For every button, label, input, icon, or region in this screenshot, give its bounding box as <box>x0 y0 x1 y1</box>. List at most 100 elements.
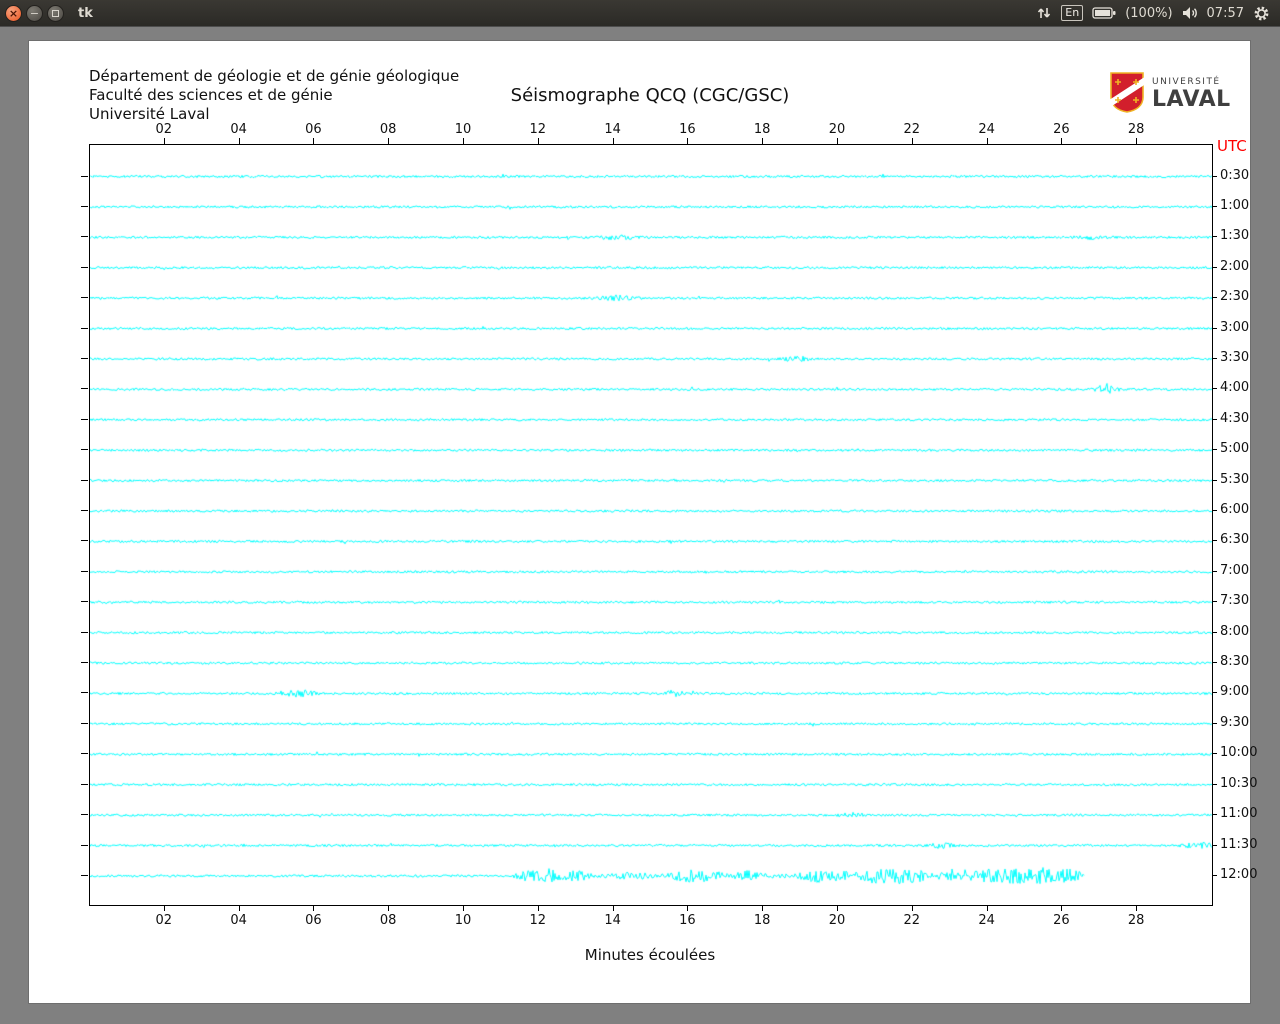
x-tick-label-top: 26 <box>1053 122 1070 137</box>
utc-row-label: 6:30 <box>1220 532 1250 548</box>
keyboard-indicator-icon[interactable] <box>1036 5 1052 21</box>
x-tick-bottom <box>687 905 689 911</box>
x-tick-bottom <box>313 905 315 911</box>
x-tick-label-bottom: 10 <box>454 913 472 928</box>
row-tick-left <box>81 814 88 816</box>
utc-label: UTC <box>1217 137 1247 155</box>
settings-gear-icon[interactable] <box>1253 5 1270 22</box>
utc-row-label: 12:00 <box>1220 866 1258 882</box>
row-tick-left <box>81 357 88 359</box>
maximize-button[interactable] <box>47 4 64 22</box>
x-tick-label-bottom: 26 <box>1053 913 1070 928</box>
battery-icon[interactable] <box>1092 6 1116 20</box>
utc-row-label: 7:00 <box>1220 562 1250 578</box>
window-controls: × − <box>0 4 64 22</box>
chart-title: Séismographe QCQ (CGC/GSC) <box>510 85 790 106</box>
row-tick-left <box>81 753 88 755</box>
x-tick-label-top: 28 <box>1127 122 1145 137</box>
row-tick-right <box>1212 874 1217 876</box>
row-tick-right <box>1212 297 1217 299</box>
x-tick-top <box>313 138 315 144</box>
row-tick-right <box>1212 722 1217 724</box>
row-tick-left <box>81 205 88 207</box>
utc-row-label: 11:30 <box>1220 836 1258 852</box>
x-tick-top <box>163 138 165 144</box>
taskbar: × − tk En (100%) 07:57 <box>0 0 1280 26</box>
utc-row-label: 9:30 <box>1220 714 1250 730</box>
x-tick-label-top: 10 <box>454 122 472 137</box>
row-tick-right <box>1212 844 1217 846</box>
volume-icon[interactable] <box>1182 6 1198 20</box>
row-tick-left <box>81 236 88 238</box>
utc-row-label: 4:30 <box>1220 410 1250 426</box>
row-tick-left <box>81 692 88 694</box>
battery-percent: (100%) <box>1125 5 1173 21</box>
row-tick-left <box>81 327 88 329</box>
x-tick-label-bottom: 24 <box>978 913 995 928</box>
row-tick-right <box>1212 236 1217 238</box>
x-tick-top <box>837 138 838 144</box>
row-tick-left <box>81 570 88 572</box>
minimize-button[interactable]: − <box>26 4 43 22</box>
app-window: Département de géologie et de génie géol… <box>28 40 1257 1004</box>
row-tick-right <box>1212 662 1217 664</box>
row-tick-right <box>1212 357 1217 359</box>
clock[interactable]: 07:57 <box>1207 6 1244 21</box>
x-tick-top <box>463 138 464 144</box>
x-tick-label-bottom: 16 <box>679 913 696 928</box>
window-title: tk <box>78 5 93 21</box>
utc-row-label: 1:00 <box>1220 197 1250 213</box>
x-tick-bottom <box>762 905 764 911</box>
row-tick-left <box>81 874 88 876</box>
row-tick-left <box>81 175 88 177</box>
x-tick-bottom <box>238 905 240 911</box>
row-tick-right <box>1212 175 1217 177</box>
utc-row-label: 3:30 <box>1220 349 1250 365</box>
row-tick-right <box>1212 388 1217 390</box>
row-tick-left <box>81 297 88 299</box>
utc-row-label: 0:30 <box>1220 167 1250 183</box>
x-tick-label-top: 12 <box>529 122 547 137</box>
row-tick-left <box>81 662 88 664</box>
x-axis-title: Minutes écoulées <box>584 946 716 964</box>
x-tick-label-top: 14 <box>604 122 621 137</box>
laval-logo-bottom: LAVAL <box>1152 86 1231 112</box>
x-tick-label-bottom: 02 <box>155 913 173 928</box>
x-tick-label-bottom: 18 <box>753 913 771 928</box>
utc-row-label: 3:00 <box>1220 319 1250 335</box>
department-line1: Département de géologie et de génie géol… <box>89 67 460 85</box>
row-tick-right <box>1212 205 1217 207</box>
x-tick-label-bottom: 12 <box>529 913 547 928</box>
laval-logo: UNIVERSITÉ LAVAL <box>1103 71 1231 117</box>
x-tick-top <box>388 138 390 144</box>
x-tick-top <box>537 138 539 144</box>
utc-row-label: 2:00 <box>1220 258 1250 274</box>
row-tick-right <box>1212 692 1217 694</box>
x-tick-label-top: 24 <box>978 122 995 137</box>
utc-row-label: 9:00 <box>1220 684 1250 700</box>
row-tick-left <box>81 844 88 846</box>
x-tick-bottom <box>163 905 165 911</box>
row-tick-right <box>1212 814 1217 816</box>
x-tick-label-top: 08 <box>379 122 397 137</box>
system-tray: En (100%) 07:57 <box>1036 5 1280 22</box>
language-indicator[interactable]: En <box>1061 5 1084 21</box>
x-tick-bottom <box>837 905 838 911</box>
row-tick-right <box>1212 418 1217 420</box>
x-tick-bottom <box>388 905 390 911</box>
utc-row-label: 7:30 <box>1220 593 1250 609</box>
row-tick-left <box>81 601 88 603</box>
row-tick-right <box>1212 266 1217 268</box>
row-tick-right <box>1212 510 1217 511</box>
utc-row-label: 4:00 <box>1220 380 1250 396</box>
close-button[interactable]: × <box>5 4 22 22</box>
x-tick-label-bottom: 20 <box>828 913 846 928</box>
utc-row-label: 2:30 <box>1220 289 1250 305</box>
row-tick-right <box>1212 783 1217 785</box>
x-tick-bottom <box>986 905 988 911</box>
x-tick-label-bottom: 04 <box>230 913 247 928</box>
x-tick-label-top: 02 <box>155 122 173 137</box>
utc-row-label: 8:30 <box>1220 654 1250 670</box>
laval-logo-top: UNIVERSITÉ <box>1152 76 1221 87</box>
row-tick-left <box>81 388 88 390</box>
